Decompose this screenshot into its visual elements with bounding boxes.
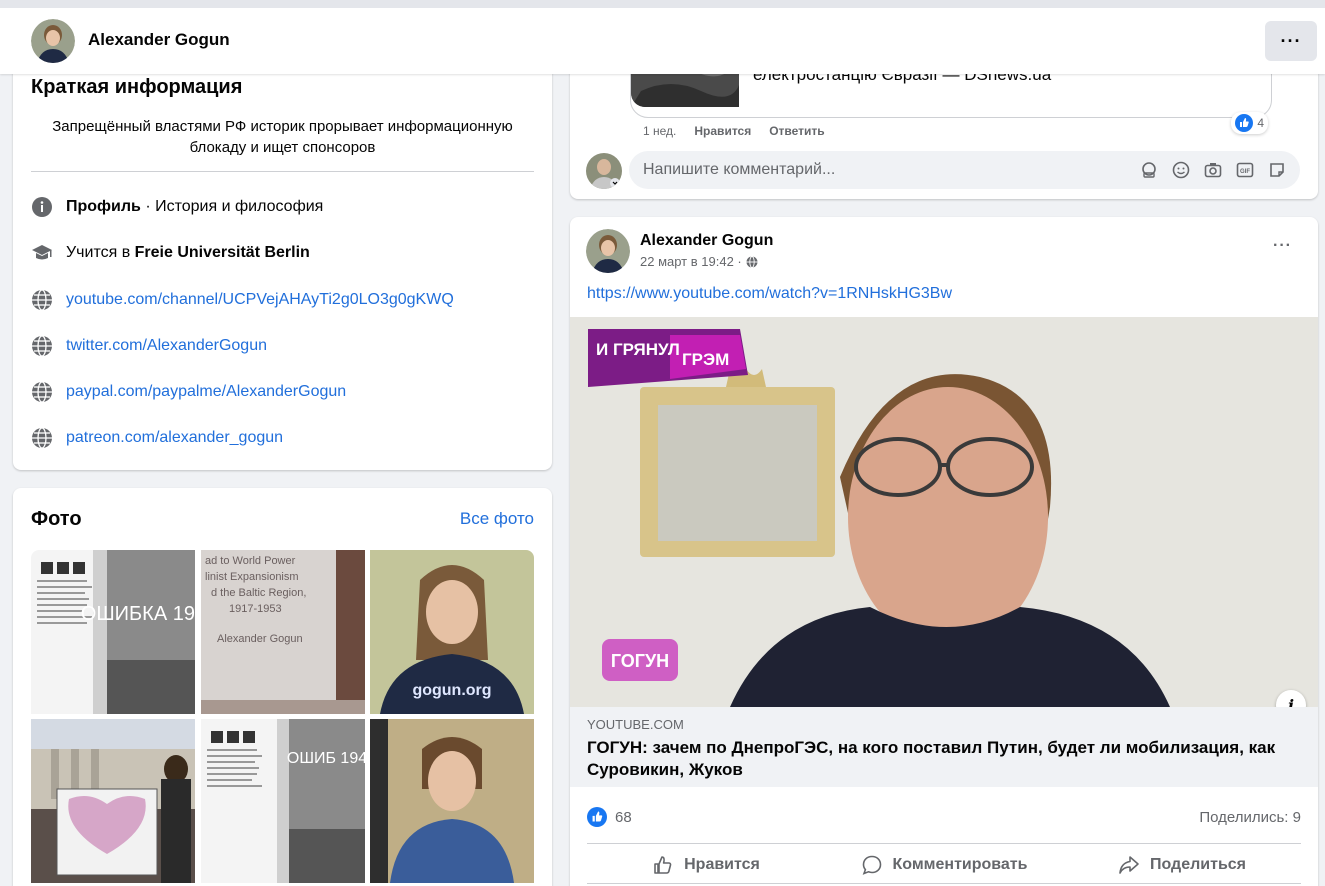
study-prefix: Учится в (66, 244, 135, 261)
divider (31, 171, 534, 172)
post-author-name[interactable]: Alexander Gogun (640, 232, 773, 250)
post-options-button[interactable]: ··· (1273, 237, 1292, 255)
profile-name[interactable]: Alexander Gogun (88, 30, 230, 50)
divider (587, 883, 1301, 884)
comment-time[interactable]: 1 нед. (643, 124, 676, 138)
post-card: Alexander Gogun 22 март в 19:42 · ··· ht… (570, 217, 1318, 886)
intro-link-row: twitter.com/AlexanderGogun (31, 334, 267, 358)
slide-line: ad to World Power (205, 555, 296, 567)
intro-study-row: Учится в Freie Universität Berlin (31, 241, 310, 265)
emoji-icon[interactable] (1172, 161, 1190, 179)
like-reaction-icon (1235, 114, 1254, 132)
share-label: Поделиться (1149, 856, 1247, 873)
like-reaction-icon[interactable] (587, 807, 607, 827)
svg-text:GIF: GIF (1240, 169, 1250, 175)
post-actions: Нравится Комментировать Поделиться (587, 847, 1301, 883)
study-school[interactable]: Freie Universität Berlin (135, 244, 310, 262)
divider (587, 843, 1301, 844)
comment-reply-button[interactable]: Ответить (769, 124, 824, 138)
intro-card: Краткая информация Запрещённый властями … (13, 50, 552, 470)
comment-button[interactable]: Комментировать (825, 847, 1063, 883)
photo-institute-portrait[interactable] (370, 719, 534, 883)
post-timestamp: 22 март в 19:42 · (640, 254, 758, 269)
comment-icon (862, 855, 881, 875)
link-domain: YOUTUBE.COM (587, 717, 684, 732)
graduation-cap-icon (31, 242, 53, 264)
more-options-button[interactable]: ··· (1265, 21, 1317, 61)
book-title-short-text: ОШИБ 194 (287, 750, 365, 767)
comment-tools: GIF (1140, 161, 1286, 179)
globe-icon (746, 255, 758, 268)
thumbs-up-icon (654, 856, 672, 874)
comment-reaction-count: 4 (1257, 116, 1264, 130)
link-title[interactable]: ГОГУН: зачем по ДнепроГЭС, на кого поста… (587, 737, 1287, 781)
intro-profile-row: Профиль · История и философия (31, 195, 323, 219)
link-twitter[interactable]: twitter.com/AlexanderGogun (66, 337, 267, 355)
current-user-avatar[interactable] (586, 153, 622, 189)
intro-title: Краткая информация (31, 76, 243, 98)
comment-meta: 1 нед. Нравится Ответить (643, 124, 825, 138)
post-time[interactable]: 22 март в 19:42 · (640, 254, 742, 269)
video-banner-accent: ГРЭМ (682, 350, 729, 369)
photo-lecture-slide[interactable]: ad to World Power linist Expansionism d … (201, 550, 365, 714)
video-name-tag: ГОГУН (611, 651, 669, 671)
post-link[interactable]: https://www.youtube.com/watch?v=1RNHskHG… (587, 285, 952, 303)
video-banner-main: И ГРЯНУЛ (596, 340, 680, 359)
share-icon (1119, 856, 1139, 874)
post-author-avatar[interactable] (586, 229, 630, 273)
link-patreon[interactable]: patreon.com/alexander_gogun (66, 429, 283, 447)
comment-placeholder: Напишите комментарий... (643, 161, 836, 178)
camera-icon[interactable] (1204, 161, 1222, 179)
like-count[interactable]: 68 (615, 809, 632, 826)
intro-bio: Запрещённый властями РФ историк прорывае… (52, 118, 513, 156)
avatar[interactable] (31, 19, 75, 63)
sticker-icon[interactable] (1268, 161, 1286, 179)
avatar-sticker-icon[interactable] (1140, 161, 1158, 179)
comment-reactions[interactable]: 4 (1231, 112, 1268, 134)
slide-line: 1917-1953 (229, 603, 282, 615)
profile-label: Профиль (66, 198, 141, 215)
all-photos-link[interactable]: Все фото (460, 509, 534, 529)
slide-line: linist Expansionism (205, 571, 299, 583)
like-button[interactable]: Нравится (587, 847, 825, 883)
link-youtube[interactable]: youtube.com/channel/UCPVejAHAyTi2g0LO3g0… (66, 291, 454, 309)
photo-portrait-shirt[interactable]: gogun.org (370, 550, 534, 714)
intro-link-row: paypal.com/paypalme/AlexanderGogun (31, 380, 346, 404)
photos-card: Фото Все фото ОШИБКА 1941 ad to World Po… (13, 488, 552, 886)
photo-protest[interactable] (31, 719, 195, 883)
photos-title: Фото (31, 508, 82, 530)
gif-icon[interactable]: GIF (1236, 161, 1254, 179)
info-icon (31, 196, 53, 218)
globe-icon (31, 289, 53, 311)
shirt-text: gogun.org (412, 682, 491, 699)
photo-book-cover-2[interactable]: ОШИБ 194 (201, 719, 365, 883)
profile-category: · История и философия (140, 198, 324, 215)
link-preview-box[interactable]: YOUTUBE.COM ГОГУН: зачем по ДнепроГЭС, н… (570, 707, 1318, 787)
comment-like-button[interactable]: Нравится (694, 124, 751, 138)
video-thumbnail[interactable]: И ГРЯНУЛ ГРЭМ ГОГУН i (570, 317, 1318, 707)
share-button[interactable]: Поделиться (1063, 847, 1301, 883)
intro-link-row: youtube.com/channel/UCPVejAHAyTi2g0LO3g0… (31, 288, 454, 312)
slide-line: Alexander Gogun (217, 633, 303, 645)
like-label: Нравится (684, 856, 760, 873)
slide-line: d the Baltic Region, (211, 587, 306, 599)
comment-input[interactable]: Напишите комментарий... GIF (629, 151, 1300, 189)
globe-icon (31, 335, 53, 357)
photo-book-cover[interactable]: ОШИБКА 1941 (31, 550, 195, 714)
profile-header: Alexander Gogun ··· (0, 0, 1325, 74)
globe-icon (31, 381, 53, 403)
intro-link-row: patreon.com/alexander_gogun (31, 426, 283, 450)
share-count[interactable]: Поделились: 9 (1199, 809, 1301, 826)
comment-label: Комментировать (892, 856, 1028, 873)
book-title-text: ОШИБКА 1941 (81, 603, 195, 625)
link-paypal[interactable]: paypal.com/paypalme/AlexanderGogun (66, 383, 346, 401)
globe-icon (31, 427, 53, 449)
post-stats: 68 Поделились: 9 (587, 807, 1301, 827)
